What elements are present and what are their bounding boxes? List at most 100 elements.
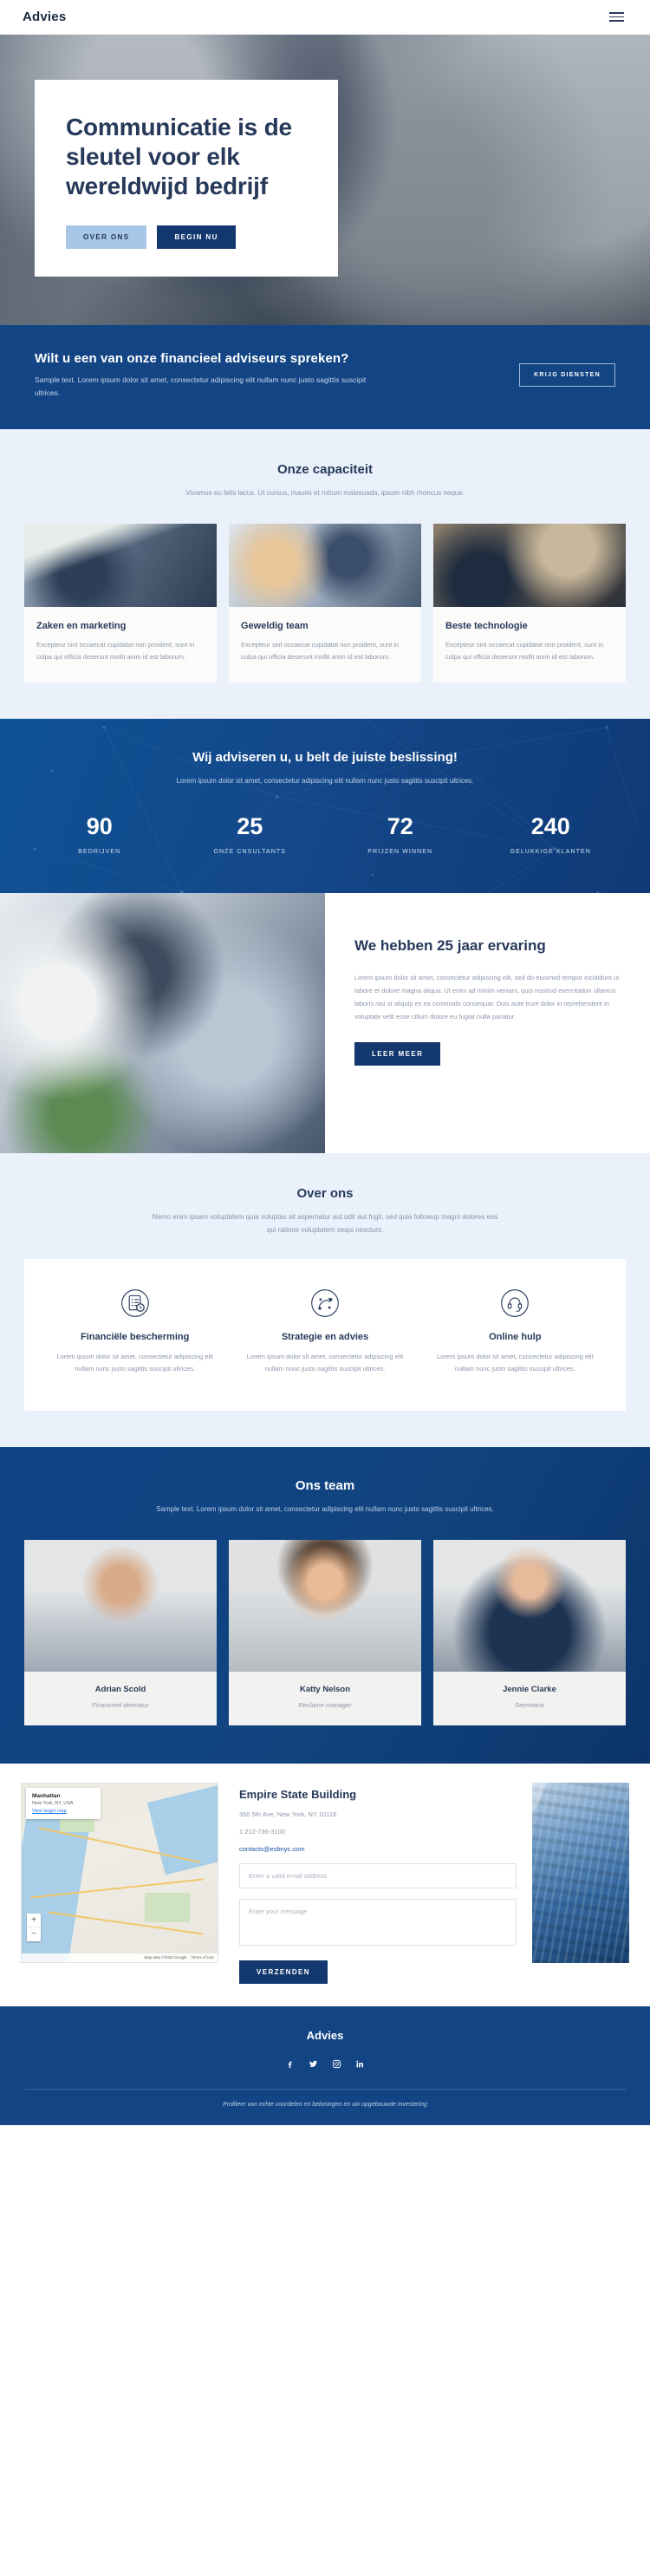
landing-page: Advies Communicatie is de sleutel voor e… [0,0,650,2125]
map-info-card[interactable]: Manhattan New York, NY, USA View larger … [26,1787,101,1819]
capacity-card[interactable]: Beste technologie Excepteur sint occaeca… [433,524,626,682]
stat-item: 25 ONZE CNSULTANTS [175,813,326,856]
capacity-card[interactable]: Zaken en marketing Excepteur sint occaec… [24,524,217,682]
about-column-text: Lorem ipsum dolor sit amet, consectetur … [437,1353,594,1373]
avatar [433,1539,626,1672]
zoom-in-button[interactable]: + [27,1914,41,1927]
hero-card: Communicatie is de sleutel voor elk were… [35,80,338,277]
card-image [229,524,421,608]
card-text: Excepteur sint occaecat cupidatat non pr… [241,641,400,662]
map-water-decoration [146,1784,218,1875]
cta-banner: Wilt u een van onze financieel adviseurs… [0,325,650,429]
team-subtitle: Sample text. Lorem ipsum dolor sit amet,… [156,1504,494,1513]
card-text: Excepteur sint occaecat cupidatat non pr… [36,641,195,662]
team-section: Ons team Sample text. Lorem ipsum dolor … [0,1446,650,1764]
hero-buttons: OVER ONS BEGIN NU [66,225,307,250]
stat-value: 240 [530,813,570,840]
stats-row: 90 BEDRIJVEN 25 ONZE CNSULTANTS 72 PRIJZ… [24,813,627,856]
cta-subtext: Sample text. Lorem ipsum dolor sit amet,… [35,375,367,397]
capacity-subtitle: Vivamus eu felis lacus. Ut cursus, mauri… [185,488,465,497]
map-subtitle: New York, NY, USA [32,1800,74,1806]
stat-item: 90 BEDRIJVEN [24,813,175,856]
hamburger-menu-icon[interactable] [606,9,627,25]
card-title: Beste technologie [445,621,528,632]
cta-heading: Wilt u een van onze financieel adviseurs… [35,351,349,366]
email-field[interactable] [239,1862,517,1888]
team-header: Ons team Sample text. Lorem ipsum dolor … [24,1478,626,1516]
map-terms-link[interactable]: Terms of Use [191,1955,214,1960]
learn-more-button[interactable]: LEER MEER [354,1042,441,1066]
team-title: Ons team [295,1477,355,1493]
stat-item: 72 PRIJZEN WINNEN [325,813,476,856]
headset-support-icon [500,1288,530,1318]
building-photo [532,1782,629,1963]
address-text: 350 5th Ave, New York, NY 10118 [239,1810,337,1818]
get-services-button[interactable]: KRIJG DIENSTEN [519,363,615,388]
navbar: Advies [0,0,650,35]
experience-paragraph: Lorem ipsum dolor sit amet, consectetur … [354,974,620,1021]
instagram-icon[interactable] [332,2058,341,2073]
stat-label: ONZE CNSULTANTS [213,849,287,856]
about-column-text: Lorem ipsum dolor sit amet, consectetur … [56,1353,213,1373]
map-widget[interactable]: Manhattan New York, NY, USA View larger … [21,1782,218,1963]
map-zoom-controls[interactable]: + − [27,1913,41,1941]
about-column: Strategie en advies Lorem ipsum dolor si… [230,1288,419,1376]
stats-title: Wij adviseren u, u belt de juiste beslis… [192,749,458,765]
capacity-card[interactable]: Geweldig team Excepteur sint occaecat cu… [229,524,421,682]
footer-divider [24,2088,626,2090]
about-section: Over ons Nemo enim ipsam voluptatem quia… [0,1153,650,1447]
send-button[interactable]: VERZENDEN [239,1960,328,1984]
team-member-card[interactable]: Katty Nelson Reclame manager [229,1539,421,1725]
card-text: Excepteur sint occaecat cupidatat non pr… [445,641,604,662]
stats-section: Wij adviseren u, u belt de juiste beslis… [0,718,650,894]
stat-label: PRIJZEN WINNEN [367,849,433,856]
stat-value: 90 [86,813,113,840]
about-us-button[interactable]: OVER ONS [66,225,147,250]
message-field[interactable] [239,1898,517,1946]
member-role: Financieel directeur [92,1700,149,1709]
start-now-button[interactable]: BEGIN NU [157,225,236,250]
stat-value: 72 [387,813,413,840]
about-title: Over ons [296,1186,354,1202]
stats-header: Wij adviseren u, u belt de juiste beslis… [24,750,626,787]
about-panel: Financiële bescherming Lorem ipsum dolor… [24,1259,626,1411]
capacity-section: Onze capaciteit Vivamus eu felis lacus. … [0,428,650,719]
about-column-title: Financiële bescherming [81,1332,190,1343]
stat-label: BEDRIJVEN [78,849,121,856]
team-member-card[interactable]: Jennie Clarke Secretaris [433,1539,626,1725]
linkedin-icon[interactable] [355,2058,365,2073]
experience-text-block: We hebben 25 jaar ervaring Lorem ipsum d… [325,893,650,1153]
building-name: Empire State Building [239,1787,357,1801]
member-role: Reclame manager [298,1700,352,1709]
member-name: Adrian Scold [94,1684,146,1694]
card-image [24,524,217,608]
view-larger-map-link[interactable]: View larger map [32,1809,94,1814]
stats-subtitle: Lorem ipsum dolor sit amet, consectetur … [176,776,474,785]
team-row: Adrian Scold Financieel directeur Katty … [24,1539,626,1725]
about-column: Online hulp Lorem ipsum dolor sit amet, … [420,1288,610,1376]
email-link[interactable]: contacts@esbnyc.com [239,1845,517,1853]
card-title: Geweldig team [241,621,309,632]
brand-logo[interactable]: Advies [23,10,66,24]
phone-text: 1 212-736-3100 [239,1827,285,1836]
map-data-credit: Map data ©2022 Google [144,1955,187,1960]
facebook-icon[interactable] [285,2058,295,2073]
twitter-icon[interactable] [309,2058,318,2073]
experience-section: We hebben 25 jaar ervaring Lorem ipsum d… [0,893,650,1154]
member-role: Secretaris [515,1700,544,1709]
zoom-out-button[interactable]: − [27,1927,41,1941]
experience-image [0,893,325,1154]
footer: Advies Profiteer van echte voordelen en … [0,2005,650,2125]
stat-item: 240 GELUKKIGE KLANTEN [476,813,627,856]
capacity-cards: Zaken en marketing Excepteur sint occaec… [24,524,626,682]
capacity-header: Onze capaciteit Vivamus eu felis lacus. … [24,462,626,499]
stat-value: 25 [237,813,263,840]
checklist-clock-icon [120,1288,150,1318]
social-links [24,2058,626,2073]
about-subtitle: Nemo enim ipsam voluptatem quia voluptas… [152,1213,498,1234]
avatar [24,1539,217,1672]
about-column-text: Lorem ipsum dolor sit amet, consectetur … [246,1353,404,1373]
about-column-title: Online hulp [489,1332,542,1343]
team-member-card[interactable]: Adrian Scold Financieel directeur [24,1539,217,1725]
card-image [433,524,626,608]
